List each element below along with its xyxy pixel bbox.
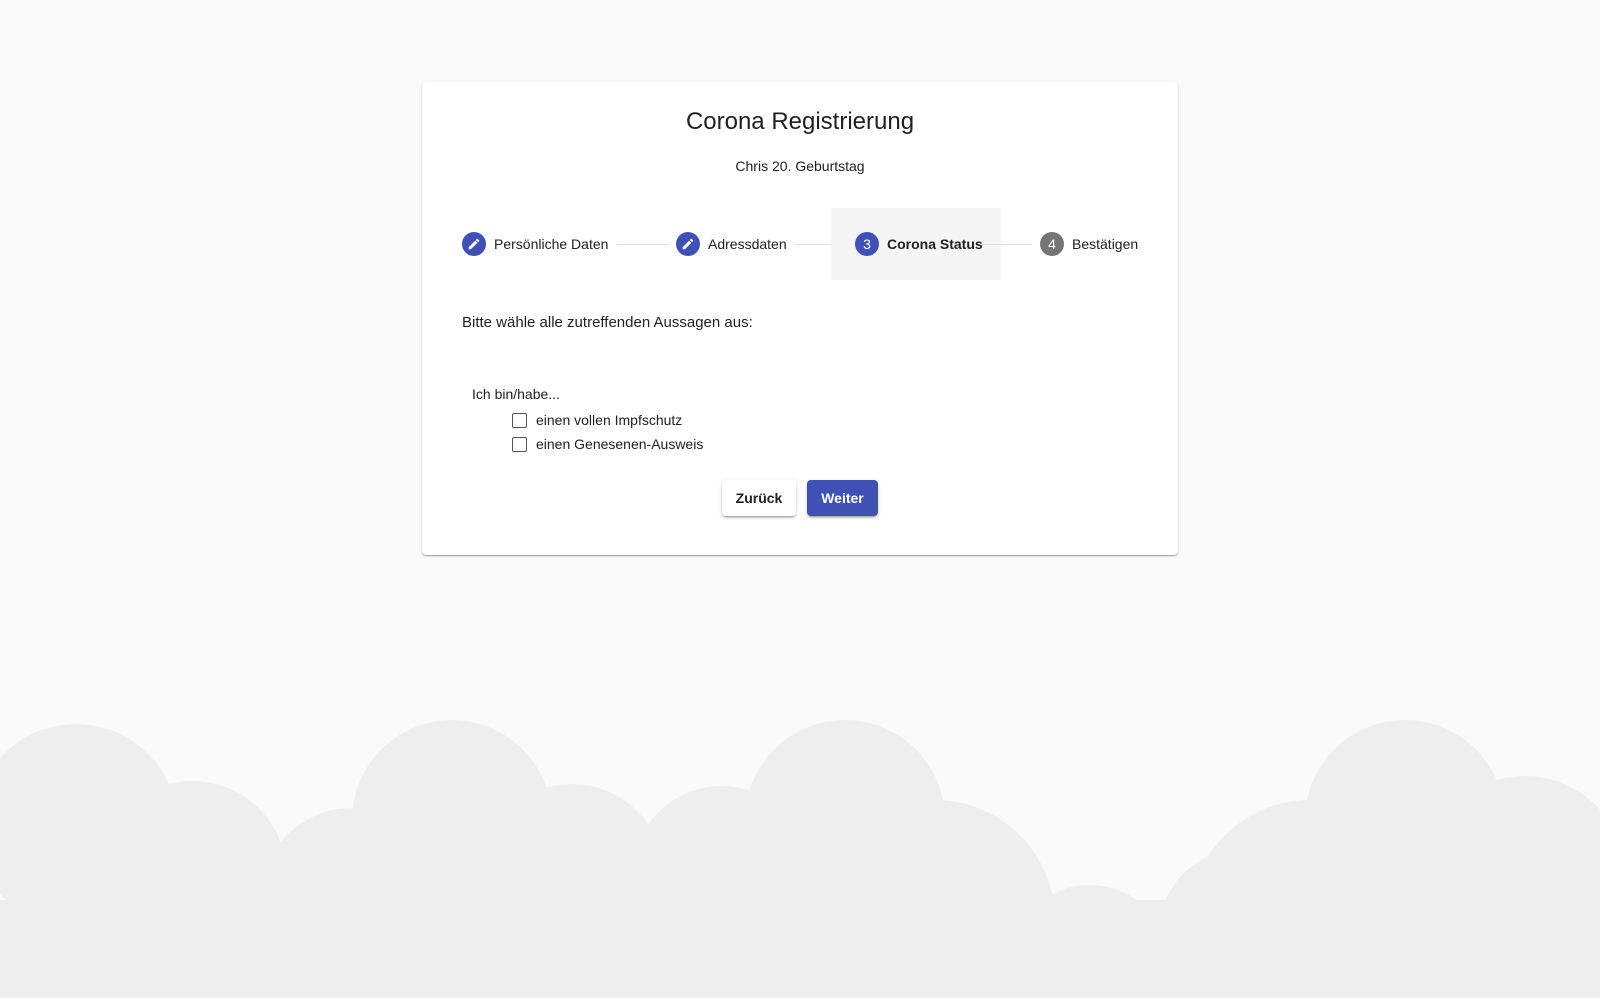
step-corona-status[interactable]: 3 Corona Status xyxy=(831,208,1001,280)
step-label: Bestätigen xyxy=(1072,236,1139,252)
step-persoenliche-daten[interactable]: Persönliche Daten xyxy=(462,208,608,280)
page: Corona Registrierung Chris 20. Geburtsta… xyxy=(0,0,1600,998)
instruction-text: Bitte wähle alle zutreffenden Aussagen a… xyxy=(462,314,753,331)
back-button[interactable]: Zurück xyxy=(722,480,796,516)
step-connector xyxy=(617,244,669,245)
step-connector xyxy=(982,244,1032,245)
checkbox-label: einen Genesenen-Ausweis xyxy=(536,436,704,452)
page-title: Corona Registrierung xyxy=(685,108,915,135)
next-button[interactable]: Weiter xyxy=(807,480,878,516)
checkbox-group-label: Ich bin/habe... xyxy=(472,386,560,402)
step-number-badge: 3 xyxy=(855,232,879,256)
stepper: Persönliche Daten Adressdaten 3 Corona S… xyxy=(462,208,1138,280)
cloud-background xyxy=(0,720,1600,998)
checkbox-box[interactable] xyxy=(512,436,527,452)
step-label: Adressdaten xyxy=(708,236,787,252)
step-adressdaten[interactable]: Adressdaten xyxy=(676,208,787,280)
step-number-badge: 4 xyxy=(1040,232,1064,256)
checkbox-label: einen vollen Impfschutz xyxy=(536,412,683,428)
checkbox-impfschutz[interactable]: einen vollen Impfschutz xyxy=(512,412,682,428)
pencil-icon xyxy=(676,232,700,256)
checkbox-box[interactable] xyxy=(512,412,527,428)
step-label: Persönliche Daten xyxy=(494,236,609,252)
step-bestaetigen[interactable]: 4 Bestätigen xyxy=(1040,208,1138,280)
registration-card: Corona Registrierung Chris 20. Geburtsta… xyxy=(422,82,1178,555)
step-label: Corona Status xyxy=(887,236,983,252)
event-subtitle: Chris 20. Geburtstag xyxy=(735,158,865,174)
pencil-icon xyxy=(462,232,486,256)
checkbox-genesenen-ausweis[interactable]: einen Genesenen-Ausweis xyxy=(512,436,703,452)
